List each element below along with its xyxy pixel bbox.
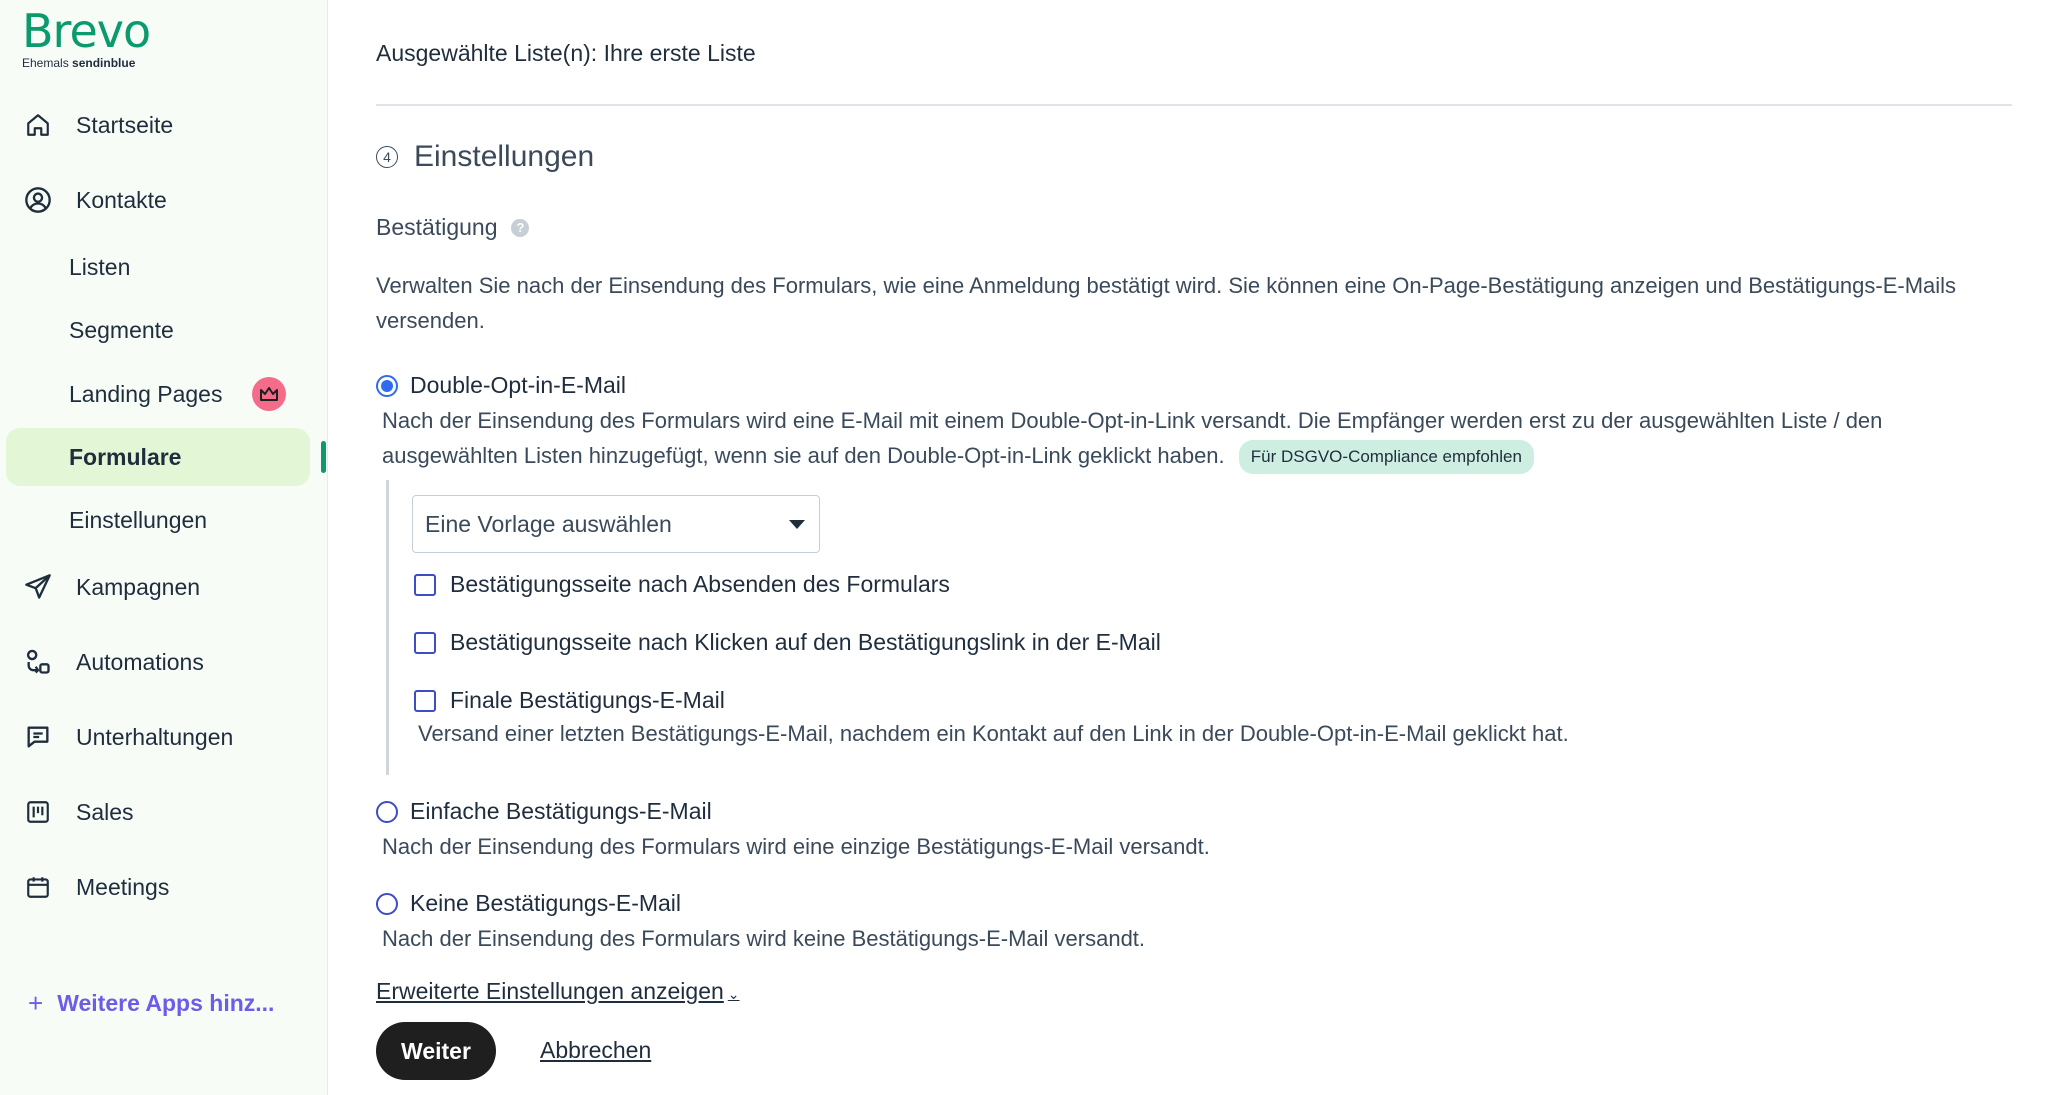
simple-confirmation-description: Nach der Einsendung des Formulars wird e… xyxy=(382,834,1210,859)
cancel-button[interactable]: Abbrechen xyxy=(540,1037,651,1064)
radio-simple-confirmation[interactable]: Einfache Bestätigungs-E-Mail xyxy=(376,798,712,825)
sidebar-item-formulare[interactable]: Formulare xyxy=(6,428,310,486)
calendar-icon xyxy=(22,871,54,903)
radio-no-confirmation[interactable]: Keine Bestätigungs-E-Mail xyxy=(376,890,681,917)
checkbox-label: Finale Bestätigungs-E-Mail xyxy=(450,687,725,713)
checkbox[interactable] xyxy=(414,573,436,596)
nested-options-bar xyxy=(386,480,389,775)
brevo-logo[interactable]: Brevo Ehemals sendinblue xyxy=(22,4,151,70)
sidebar-item-segmente[interactable]: Segmente xyxy=(6,301,310,359)
template-select[interactable]: Eine Vorlage auswählen xyxy=(412,495,820,553)
sidebar-item-label: Listen xyxy=(69,253,131,280)
sidebar-item-kampagnen[interactable]: Kampagnen xyxy=(6,558,310,616)
chat-icon xyxy=(22,721,54,753)
selected-lists-text: Ausgewählte Liste(n): Ihre erste Liste xyxy=(376,40,756,66)
main-content: Ausgewählte Liste(n): Ihre erste Liste 4… xyxy=(376,0,2016,1095)
sidebar-item-startseite[interactable]: Startseite xyxy=(6,96,310,154)
radio-label: Double-Opt-in-E-Mail xyxy=(410,372,627,398)
advanced-settings-label: Erweiterte Einstellungen anzeigen xyxy=(376,978,724,1004)
sidebar-item-unterhaltungen[interactable]: Unterhaltungen xyxy=(6,708,310,766)
checkbox-confirmation-page-link[interactable]: Bestätigungsseite nach Klicken auf den B… xyxy=(414,629,1161,656)
checkbox-final-confirmation-email[interactable]: Finale Bestätigungs-E-Mail xyxy=(414,687,725,714)
logo-sub-prefix: Ehemals xyxy=(22,56,69,70)
template-select-value: Eine Vorlage auswählen xyxy=(425,510,672,537)
sidebar-item-label: Automations xyxy=(76,648,204,675)
automations-icon xyxy=(22,646,54,678)
radio-button[interactable] xyxy=(376,892,398,915)
send-icon xyxy=(22,571,54,603)
more-apps-label: Weitere Apps hinz... xyxy=(57,990,275,1016)
contacts-icon xyxy=(22,184,54,216)
chevron-down-icon: ⌄ xyxy=(727,986,740,1002)
help-icon[interactable]: ? xyxy=(511,218,530,237)
sidebar-item-kontakte[interactable]: Kontakte xyxy=(6,171,310,229)
checkbox-confirmation-page-submit[interactable]: Bestätigungsseite nach Absenden des Form… xyxy=(414,571,950,598)
radio-label: Einfache Bestätigungs-E-Mail xyxy=(410,798,712,824)
advanced-settings-link[interactable]: Erweiterte Einstellungen anzeigen ⌄ xyxy=(376,978,740,1005)
radio-button[interactable] xyxy=(376,374,398,397)
next-button[interactable]: Weiter xyxy=(376,1022,496,1080)
double-opt-in-description: Nach der Einsendung des Formulars wird e… xyxy=(376,403,2016,475)
sidebar: Brevo Ehemals sendinblue Startseite Kont… xyxy=(0,0,328,1095)
confirmation-heading-label: Bestätigung xyxy=(376,214,498,240)
sidebar-item-label: Meetings xyxy=(76,873,170,900)
sidebar-item-label: Unterhaltungen xyxy=(76,723,234,750)
section-header: 4 Einstellungen xyxy=(376,140,594,174)
crown-icon xyxy=(252,377,287,411)
sidebar-item-label: Startseite xyxy=(76,111,174,138)
checkbox-label: Bestätigungsseite nach Klicken auf den B… xyxy=(450,629,1161,655)
logo-sub-brand: sendinblue xyxy=(72,56,136,70)
checkbox[interactable] xyxy=(414,631,436,654)
confirmation-description: Verwalten Sie nach der Einsendung des Fo… xyxy=(376,273,1957,333)
sales-icon xyxy=(22,796,54,828)
sidebar-item-label: Einstellungen xyxy=(69,506,208,533)
caret-down-icon xyxy=(789,519,805,529)
sidebar-item-einstellungen[interactable]: Einstellungen xyxy=(6,491,310,549)
sidebar-item-label: Sales xyxy=(76,798,134,825)
sidebar-item-listen[interactable]: Listen xyxy=(6,238,310,296)
divider xyxy=(376,104,2012,106)
logo-subtitle: Ehemals sendinblue xyxy=(22,56,150,70)
radio-double-opt-in[interactable]: Double-Opt-in-E-Mail xyxy=(376,372,626,399)
sidebar-item-label: Landing Pages xyxy=(69,380,223,407)
active-indicator xyxy=(321,441,326,473)
no-confirmation-description: Nach der Einsendung des Formulars wird k… xyxy=(382,926,1146,951)
sidebar-item-meetings[interactable]: Meetings xyxy=(6,858,310,916)
sidebar-item-label: Segmente xyxy=(69,316,174,343)
sidebar-item-landing-pages[interactable]: Landing Pages xyxy=(6,365,310,423)
sidebar-item-label: Kampagnen xyxy=(76,573,201,600)
home-icon xyxy=(22,109,54,141)
checkbox[interactable] xyxy=(414,689,436,712)
plus-icon: + xyxy=(28,988,44,1018)
gdpr-badge: Für DSGVO-Compliance empfohlen xyxy=(1238,440,1534,475)
radio-label: Keine Bestätigungs-E-Mail xyxy=(410,890,682,916)
sidebar-item-sales[interactable]: Sales xyxy=(6,783,310,841)
checkbox-label: Bestätigungsseite nach Absenden des Form… xyxy=(450,571,950,597)
logo-wordmark: Brevo xyxy=(22,4,151,58)
option-description-text: Nach der Einsendung des Formulars wird e… xyxy=(382,408,1883,468)
final-confirmation-description: Versand einer letzten Bestätigungs-E-Mai… xyxy=(418,721,1569,746)
more-apps-link[interactable]: + Weitere Apps hinz... xyxy=(28,988,274,1019)
radio-button[interactable] xyxy=(376,800,398,823)
section-title: Einstellungen xyxy=(414,140,595,173)
sidebar-item-label: Kontakte xyxy=(76,186,167,213)
confirmation-heading: Bestätigung ? xyxy=(376,214,530,241)
step-number: 4 xyxy=(376,146,398,168)
sidebar-item-label: Formulare xyxy=(69,443,182,470)
sidebar-item-automations[interactable]: Automations xyxy=(6,633,310,691)
